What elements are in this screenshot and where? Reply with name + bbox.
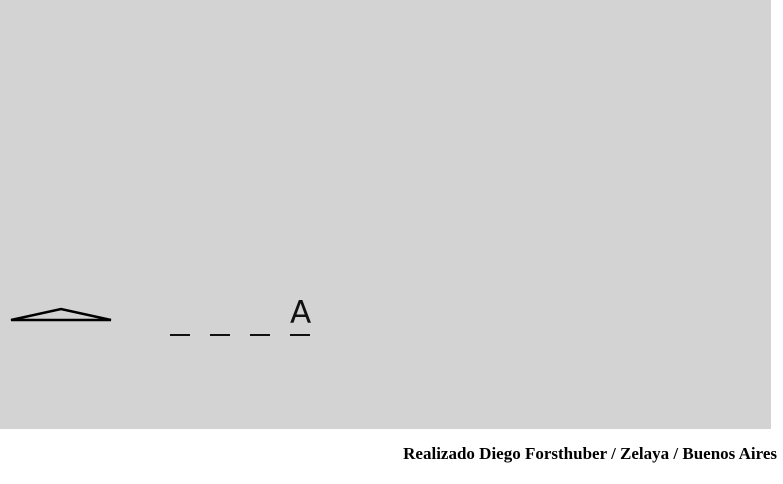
- footer-credit: Realizado Diego Forsthuber / Zelaya / Bu…: [403, 444, 777, 463]
- letter-slot: [210, 298, 230, 336]
- ship-triangle-icon: [10, 307, 112, 322]
- word-blanks: A: [170, 292, 311, 336]
- letter-slot: A: [290, 298, 311, 336]
- game-canvas[interactable]: A: [0, 0, 771, 429]
- letter-slot: [250, 298, 270, 336]
- letter-slot: [170, 298, 190, 336]
